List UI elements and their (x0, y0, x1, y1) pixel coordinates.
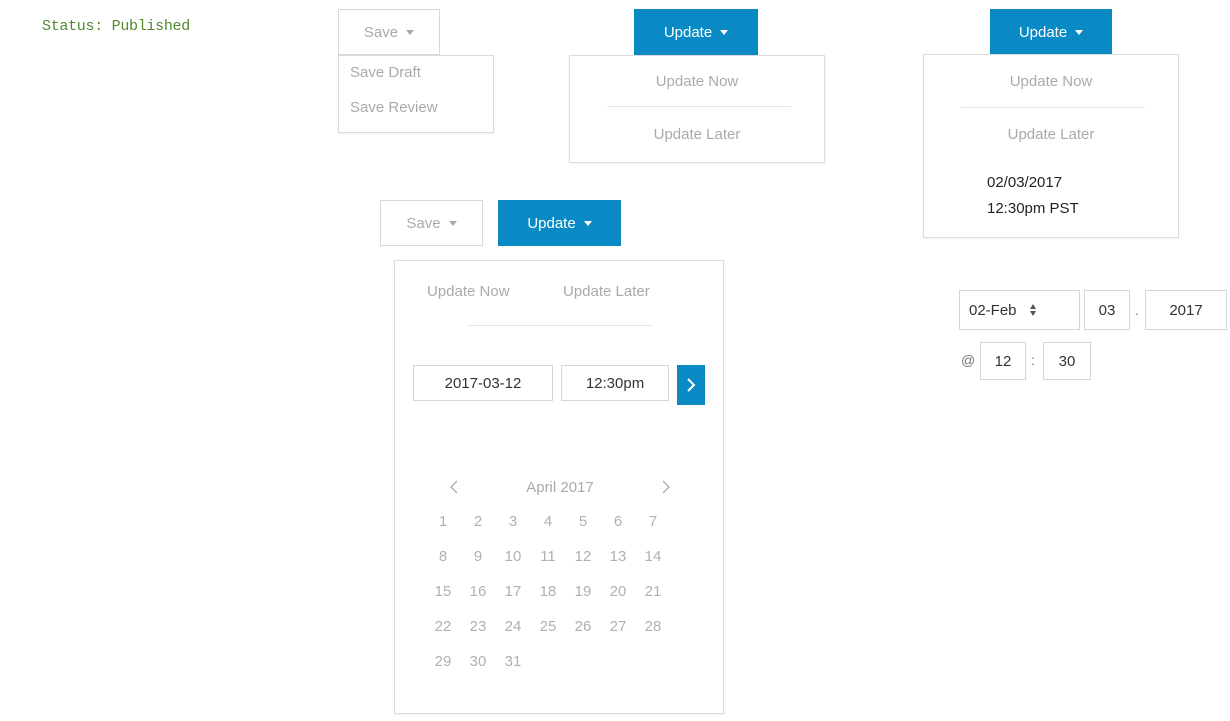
calendar-day[interactable]: 13 (601, 548, 635, 565)
update-now-option[interactable]: Update Now (427, 283, 510, 300)
update-schedule-menu: Update Now Update Later 02/03/2017 12:30… (923, 54, 1179, 238)
at-symbol: @ (961, 352, 976, 368)
calendar-day[interactable]: 29 (426, 653, 460, 670)
save-menu: Save Draft Save Review (338, 55, 494, 133)
calendar-month-label: April 2017 (526, 479, 594, 496)
calendar-day[interactable]: 2 (461, 513, 495, 530)
menu-divider (961, 107, 1145, 108)
save-button[interactable]: Save (380, 200, 483, 246)
day-input[interactable]: 03 (1084, 290, 1130, 330)
save-button[interactable]: Save (338, 9, 440, 55)
calendar-day[interactable]: 16 (461, 583, 495, 600)
go-button[interactable] (677, 365, 705, 405)
time-input[interactable]: 12:30pm (561, 365, 669, 401)
calendar-day[interactable]: 21 (636, 583, 670, 600)
menu-divider (467, 325, 653, 326)
update-button[interactable]: Update (634, 9, 758, 55)
calendar-day[interactable]: 5 (566, 513, 600, 530)
update-button[interactable]: Update (990, 9, 1112, 55)
chevron-right-icon (687, 378, 696, 392)
calendar-day[interactable]: 30 (461, 653, 495, 670)
menu-divider (607, 106, 791, 107)
update-button[interactable]: Update (498, 200, 621, 246)
calendar-day[interactable]: 17 (496, 583, 530, 600)
update-later-option[interactable]: Update Later (924, 126, 1178, 143)
calendar-day[interactable]: 20 (601, 583, 635, 600)
status-text: Status: Published (42, 18, 190, 35)
calendar-day[interactable]: 3 (496, 513, 530, 530)
date-input[interactable]: 2017-03-12 (413, 365, 553, 401)
calendar-day[interactable]: 7 (636, 513, 670, 530)
update-later-option[interactable]: Update Later (563, 283, 650, 300)
calendar-day[interactable]: 4 (531, 513, 565, 530)
caret-down-icon (583, 220, 592, 226)
update-menu: Update Now Update Later (569, 55, 825, 163)
calendar-day[interactable]: 23 (461, 618, 495, 635)
save-draft-option[interactable]: Save Draft (350, 64, 421, 81)
caret-down-icon (1075, 29, 1084, 35)
update-button-label: Update (1018, 23, 1068, 41)
calendar-day[interactable]: 10 (496, 548, 530, 565)
time-separator: : (1031, 352, 1035, 368)
calendar-day[interactable]: 1 (426, 513, 460, 530)
date-separator: . (1135, 302, 1139, 318)
calendar-day[interactable]: 31 (496, 653, 530, 670)
calendar-day[interactable]: 9 (461, 548, 495, 565)
month-day-value: 02-Feb (969, 301, 1017, 319)
scheduled-date: 02/03/2017 (987, 174, 1063, 191)
calendar-day[interactable]: 11 (531, 548, 565, 565)
calendar-day[interactable]: 15 (426, 583, 460, 600)
chevron-right-icon (662, 480, 671, 494)
calendar-day[interactable]: 26 (566, 618, 600, 635)
calendar-day[interactable]: 18 (531, 583, 565, 600)
next-month-button[interactable] (661, 479, 671, 500)
calendar-day[interactable]: 8 (426, 548, 460, 565)
update-later-option[interactable]: Update Later (570, 126, 824, 143)
calendar-day[interactable]: 25 (531, 618, 565, 635)
update-button-label: Update (527, 214, 576, 232)
year-input[interactable]: 2017 (1145, 290, 1227, 330)
hour-input[interactable]: 12 (980, 342, 1026, 380)
calendar-day[interactable]: 12 (566, 548, 600, 565)
save-button-label: Save (363, 23, 399, 41)
update-now-option[interactable]: Update Now (570, 73, 824, 90)
caret-down-icon (720, 29, 729, 35)
update-button-label: Update (663, 23, 713, 41)
scheduled-time: 12:30pm PST (987, 200, 1079, 217)
sort-arrows-icon (1029, 304, 1036, 316)
minute-input[interactable]: 30 (1043, 342, 1091, 380)
save-button-label: Save (406, 214, 441, 232)
calendar-day[interactable]: 24 (496, 618, 530, 635)
caret-down-icon (448, 220, 457, 226)
calendar-day[interactable]: 27 (601, 618, 635, 635)
calendar-day[interactable]: 22 (426, 618, 460, 635)
date-picker-panel: Update Now Update Later 2017-03-12 12:30… (394, 260, 724, 714)
save-review-option[interactable]: Save Review (350, 99, 438, 116)
calendar-day[interactable]: 19 (566, 583, 600, 600)
month-day-select[interactable]: 02-Feb (959, 290, 1080, 330)
calendar-day[interactable]: 28 (636, 618, 670, 635)
calendar-day[interactable]: 14 (636, 548, 670, 565)
caret-down-icon (406, 29, 415, 35)
update-now-option[interactable]: Update Now (924, 73, 1178, 90)
calendar-day[interactable]: 6 (601, 513, 635, 530)
